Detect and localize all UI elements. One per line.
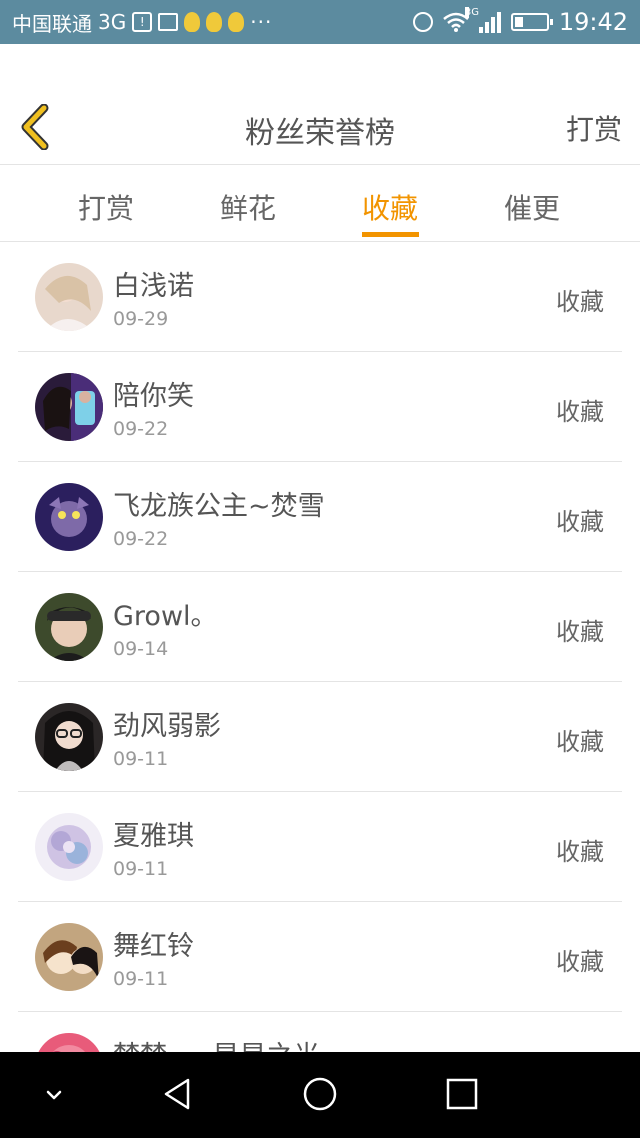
bulb-icon xyxy=(228,12,245,32)
status-bar: 中国联通 3G ! ··· 3G 19:42 xyxy=(0,0,640,44)
sim-warning-icon: ! xyxy=(132,12,153,32)
status-left: 中国联通 3G ! ··· xyxy=(12,8,272,37)
network-type: 3G xyxy=(98,10,127,34)
app-header: 粉丝荣誉榜 打赏 xyxy=(0,44,640,165)
image-icon xyxy=(158,13,179,31)
back-triangle-icon[interactable] xyxy=(156,1072,200,1116)
status-right: 3G 19:42 xyxy=(412,7,628,36)
fan-action: 收藏 xyxy=(556,838,604,866)
tab-bar: 打赏 鲜花 收藏 催更 xyxy=(0,165,640,242)
fan-name: 舞红铃 xyxy=(113,931,194,962)
battery-level xyxy=(514,17,523,27)
fan-action: 收藏 xyxy=(556,728,604,756)
fan-date: 09-11 xyxy=(113,858,169,880)
fan-action: 收藏 xyxy=(556,508,604,536)
reward-button[interactable]: 打赏 xyxy=(566,108,622,148)
bulb-icon xyxy=(184,12,201,32)
list-item[interactable]: 白浅诺 09-29 收藏 xyxy=(18,242,622,352)
fan-date: 09-29 xyxy=(113,308,169,330)
list-item[interactable]: Growl。 09-14 收藏 xyxy=(18,572,622,682)
list-item[interactable]: 舞红铃 09-11 收藏 xyxy=(18,902,622,1012)
fan-action: 收藏 xyxy=(556,618,604,646)
battery-icon xyxy=(510,13,553,31)
avatar xyxy=(35,373,103,441)
system-nav-bar xyxy=(0,1052,640,1138)
alarm-icon xyxy=(412,12,433,32)
tab-favorites[interactable]: 收藏 xyxy=(362,187,418,227)
fan-date: 09-11 xyxy=(113,748,169,770)
avatar xyxy=(35,483,103,551)
fan-action: 收藏 xyxy=(556,948,604,976)
avatar xyxy=(35,263,103,331)
signal-icon: 3G xyxy=(464,7,501,33)
fan-name: 飞龙族公主~焚雪 xyxy=(113,491,325,522)
active-tab-indicator xyxy=(362,232,419,237)
fan-action: 收藏 xyxy=(556,288,604,316)
avatar xyxy=(35,593,103,661)
fan-name: 白浅诺 xyxy=(113,271,194,302)
avatar xyxy=(35,813,103,881)
tab-reward[interactable]: 打赏 xyxy=(78,187,134,227)
list-item[interactable]: 陪你笑 09-22 收藏 xyxy=(18,352,622,462)
fan-action: 收藏 xyxy=(556,398,604,426)
fan-name: Growl。 xyxy=(113,601,218,632)
app-screen: 中国联通 3G ! ··· 3G 19:42 粉丝荣誉榜 打赏 打赏 鲜花 收藏… xyxy=(0,0,640,1138)
more-notifications-icon: ··· xyxy=(250,10,273,34)
fan-date: 09-22 xyxy=(113,418,169,440)
signal-network-label: 3G xyxy=(464,7,479,18)
avatar xyxy=(35,703,103,771)
list-item[interactable]: 劲风弱影 09-11 收藏 xyxy=(18,682,622,792)
list-item[interactable]: 飞龙族公主~焚雪 09-22 收藏 xyxy=(18,462,622,572)
carrier-name: 中国联通 xyxy=(12,11,92,36)
fan-name: 夏雅琪 xyxy=(113,821,194,852)
recents-square-icon[interactable] xyxy=(440,1072,484,1116)
chevron-down-icon[interactable] xyxy=(32,1072,76,1116)
fan-name: 陪你笑 xyxy=(113,381,194,412)
fan-date: 09-22 xyxy=(113,528,169,550)
fan-date: 09-11 xyxy=(113,968,169,990)
bulb-icon xyxy=(206,12,223,32)
tab-flowers[interactable]: 鲜花 xyxy=(220,187,276,227)
home-circle-icon[interactable] xyxy=(298,1072,342,1116)
list-item[interactable]: 夏雅琪 09-11 收藏 xyxy=(18,792,622,902)
tab-urge-update[interactable]: 催更 xyxy=(504,187,560,227)
fan-name: 劲风弱影 xyxy=(113,711,221,742)
avatar xyxy=(35,923,103,991)
clock: 19:42 xyxy=(558,8,628,36)
page-title: 粉丝荣誉榜 xyxy=(245,116,395,151)
fan-date: 09-14 xyxy=(113,638,169,660)
